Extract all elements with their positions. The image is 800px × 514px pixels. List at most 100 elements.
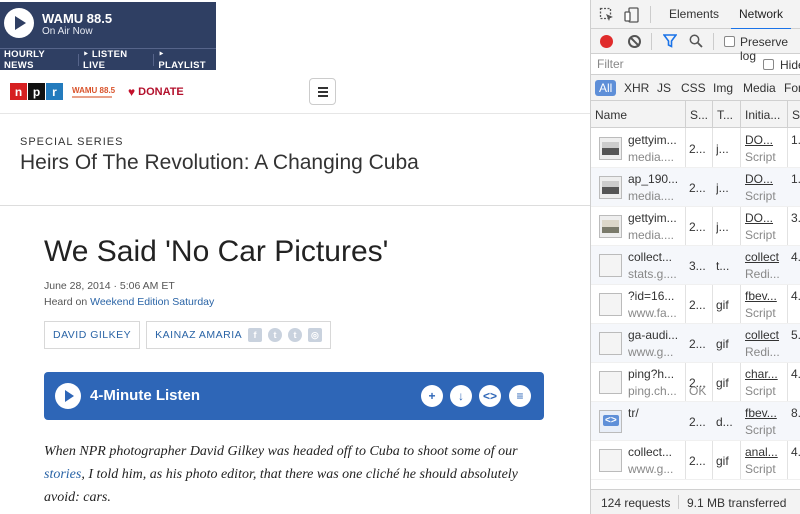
request-size: 4. (791, 367, 800, 381)
requests-table-body: gettyim... media.... 2... j... DO... Script 1.… (591, 128, 800, 480)
stories-link[interactable]: stories (44, 467, 81, 482)
article-date: June 28, 2014 · 5:06 AM ET (44, 280, 175, 292)
request-initiator[interactable]: char... (745, 367, 785, 381)
embed-button[interactable]: <> (479, 385, 501, 407)
hamburger-icon (317, 86, 328, 89)
request-initiator-type: Redi... (745, 345, 780, 359)
table-row[interactable]: collect... stats.g.... 3... t... collect Redi… (591, 246, 800, 285)
filter-icon[interactable] (663, 34, 677, 48)
request-size: 4. (791, 445, 800, 459)
menu-button[interactable] (309, 78, 336, 105)
request-initiator[interactable]: DO... (745, 211, 785, 225)
request-initiator[interactable]: DO... (745, 172, 785, 186)
request-initiator[interactable]: fbev... (745, 289, 785, 303)
author-link[interactable]: DAVID GILKEY (44, 321, 141, 349)
column-type[interactable]: T... (712, 101, 740, 128)
hourly-news-link[interactable]: HOURLY NEWS (0, 49, 78, 71)
add-to-playlist-button[interactable]: + (421, 385, 443, 407)
filter-bar: Filter Hide (591, 54, 800, 75)
playlist-link[interactable]: ‣ PLAYLIST (154, 49, 216, 71)
request-initiator-type: Redi... (745, 267, 780, 281)
request-status-text: OK (689, 384, 707, 398)
request-initiator[interactable]: collect (745, 250, 785, 264)
table-row[interactable]: ga-audi... www.g... 2... gif collect Redi... 5… (591, 324, 800, 363)
request-size: 1. (791, 133, 800, 147)
logo-letter: p (28, 83, 45, 100)
hide-data-urls-checkbox[interactable] (763, 59, 774, 70)
heard-on-prefix: Heard on (44, 296, 91, 308)
facebook-icon[interactable]: f (248, 328, 263, 342)
table-row[interactable]: ping?h... ping.ch... 2... OK gif char... Scrip… (591, 363, 800, 402)
show-link[interactable]: Weekend Edition Saturday (90, 296, 214, 308)
request-initiator-type: Script (745, 189, 776, 203)
play-icon[interactable] (55, 383, 81, 409)
type-filter-font[interactable]: Font (784, 81, 800, 95)
resource-thumbnail-icon (599, 371, 622, 394)
column-name[interactable]: Name (591, 101, 685, 128)
column-size[interactable]: S... (787, 101, 800, 128)
request-initiator[interactable]: DO... (745, 133, 785, 147)
series-banner: SPECIAL SERIES Heirs Of The Revolution: … (0, 114, 590, 206)
tab-elements[interactable]: Elements (669, 7, 719, 21)
byline: DAVID GILKEY KAINAZ AMARIA f t t ◎ (44, 321, 332, 349)
request-type: j... (716, 181, 729, 195)
request-size: 5. (791, 328, 800, 342)
clear-icon[interactable] (628, 35, 641, 48)
request-initiator[interactable]: anal... (745, 445, 785, 459)
tab-network[interactable]: Network (730, 7, 792, 30)
hide-data-urls-label: Hide (780, 58, 800, 72)
request-domain: media.... (628, 189, 675, 203)
npr-logo[interactable]: n p r (10, 83, 63, 100)
twitter-icon[interactable]: t (268, 328, 283, 342)
request-name: gettyim... (628, 133, 677, 147)
type-filter-css[interactable]: CSS (681, 81, 706, 95)
filter-input[interactable]: Filter (597, 57, 624, 71)
type-filter-all[interactable]: All (595, 80, 617, 96)
station-logo[interactable]: WAMU 88.5 (72, 86, 118, 98)
device-toolbar-icon[interactable] (624, 7, 640, 23)
request-status: 2... (689, 415, 706, 429)
table-row[interactable]: ?id=16... www.fa... 2... gif fbev... Script 4. (591, 285, 800, 324)
tumblr-icon[interactable]: t (288, 328, 303, 342)
inspect-element-icon[interactable] (599, 7, 615, 23)
network-status-bar: 124 requests 9.1 MB transferred (591, 489, 800, 514)
column-initiator[interactable]: Initia... (740, 101, 787, 128)
table-row[interactable]: ap_190... media.... 2... j... DO... Script 1. (591, 168, 800, 207)
donate-button[interactable]: ♥ DONATE (128, 85, 184, 99)
request-initiator-type: Script (745, 423, 776, 437)
search-icon[interactable] (689, 34, 703, 48)
author-link[interactable]: KAINAZ AMARIA f t t ◎ (146, 321, 332, 349)
request-status: 2... (689, 298, 706, 312)
request-domain: www.g... (628, 345, 674, 359)
record-icon[interactable] (600, 35, 613, 48)
series-title[interactable]: Heirs Of The Revolution: A Changing Cuba (20, 151, 419, 175)
resource-thumbnail-icon (599, 410, 622, 433)
download-button[interactable]: ↓ (450, 385, 472, 407)
table-row[interactable]: tr/2... d... fbev... Script 8. (591, 402, 800, 441)
request-type: d... (716, 415, 733, 429)
instagram-icon[interactable]: ◎ (308, 328, 323, 342)
transcript-button[interactable]: ≡ (509, 385, 531, 407)
table-row[interactable]: gettyim... media.... 2... j... DO... Script 1. (591, 129, 800, 168)
type-filter-xhr[interactable]: XHR (624, 81, 649, 95)
request-initiator[interactable]: fbev... (745, 406, 785, 420)
column-status[interactable]: S... (685, 101, 712, 128)
devtools-tabbar: Elements Network (591, 0, 800, 30)
request-status: 2... (689, 220, 706, 234)
type-filter-img[interactable]: Img (713, 81, 733, 95)
listen-live-link[interactable]: ‣ LISTEN LIVE (79, 49, 153, 71)
table-row[interactable]: collect... www.g... 2... gif anal... Script 4. (591, 441, 800, 480)
play-icon[interactable] (4, 8, 34, 38)
request-status: 2... (689, 454, 706, 468)
table-row[interactable]: gettyim... media.... 2... j... DO... Script 3. (591, 207, 800, 246)
logo-letter: n (10, 83, 27, 100)
preserve-log-checkbox[interactable] (724, 36, 735, 47)
request-initiator-type: Script (745, 462, 776, 476)
type-filter-js[interactable]: JS (657, 81, 671, 95)
request-initiator[interactable]: collect (745, 328, 785, 342)
type-filter-media[interactable]: Media (743, 81, 776, 95)
request-name: collect... (628, 445, 673, 459)
station-name: WAMU 88.5 (42, 11, 113, 26)
request-type: gif (716, 454, 729, 468)
request-initiator-type: Script (745, 306, 776, 320)
